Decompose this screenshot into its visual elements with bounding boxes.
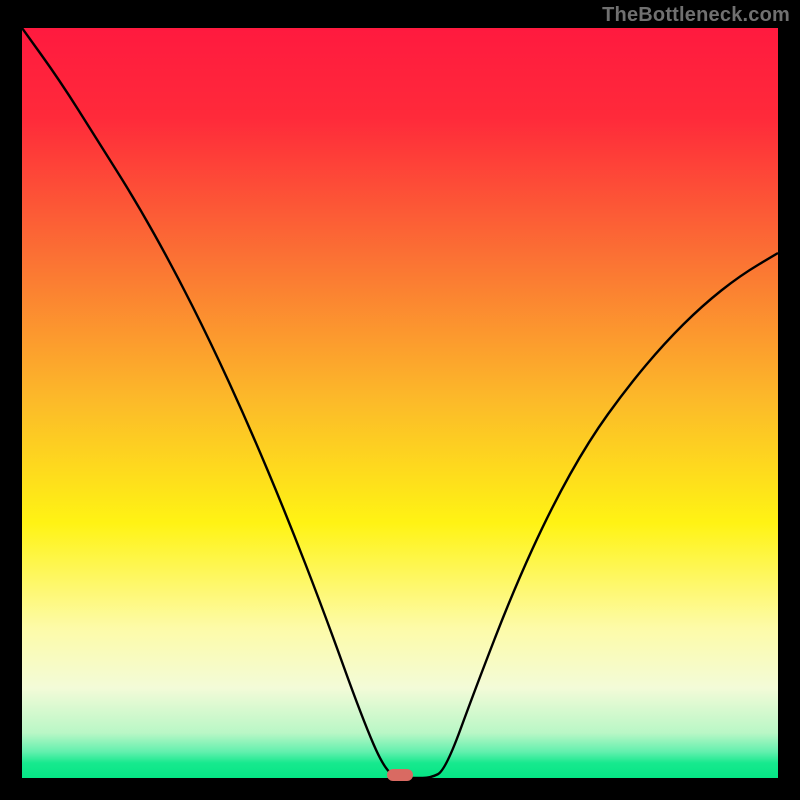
plot-area	[22, 28, 778, 778]
optimal-marker	[387, 769, 413, 781]
watermark-text: TheBottleneck.com	[602, 4, 790, 27]
bottleneck-chart	[0, 0, 800, 800]
chart-container: TheBottleneck.com	[0, 0, 800, 800]
